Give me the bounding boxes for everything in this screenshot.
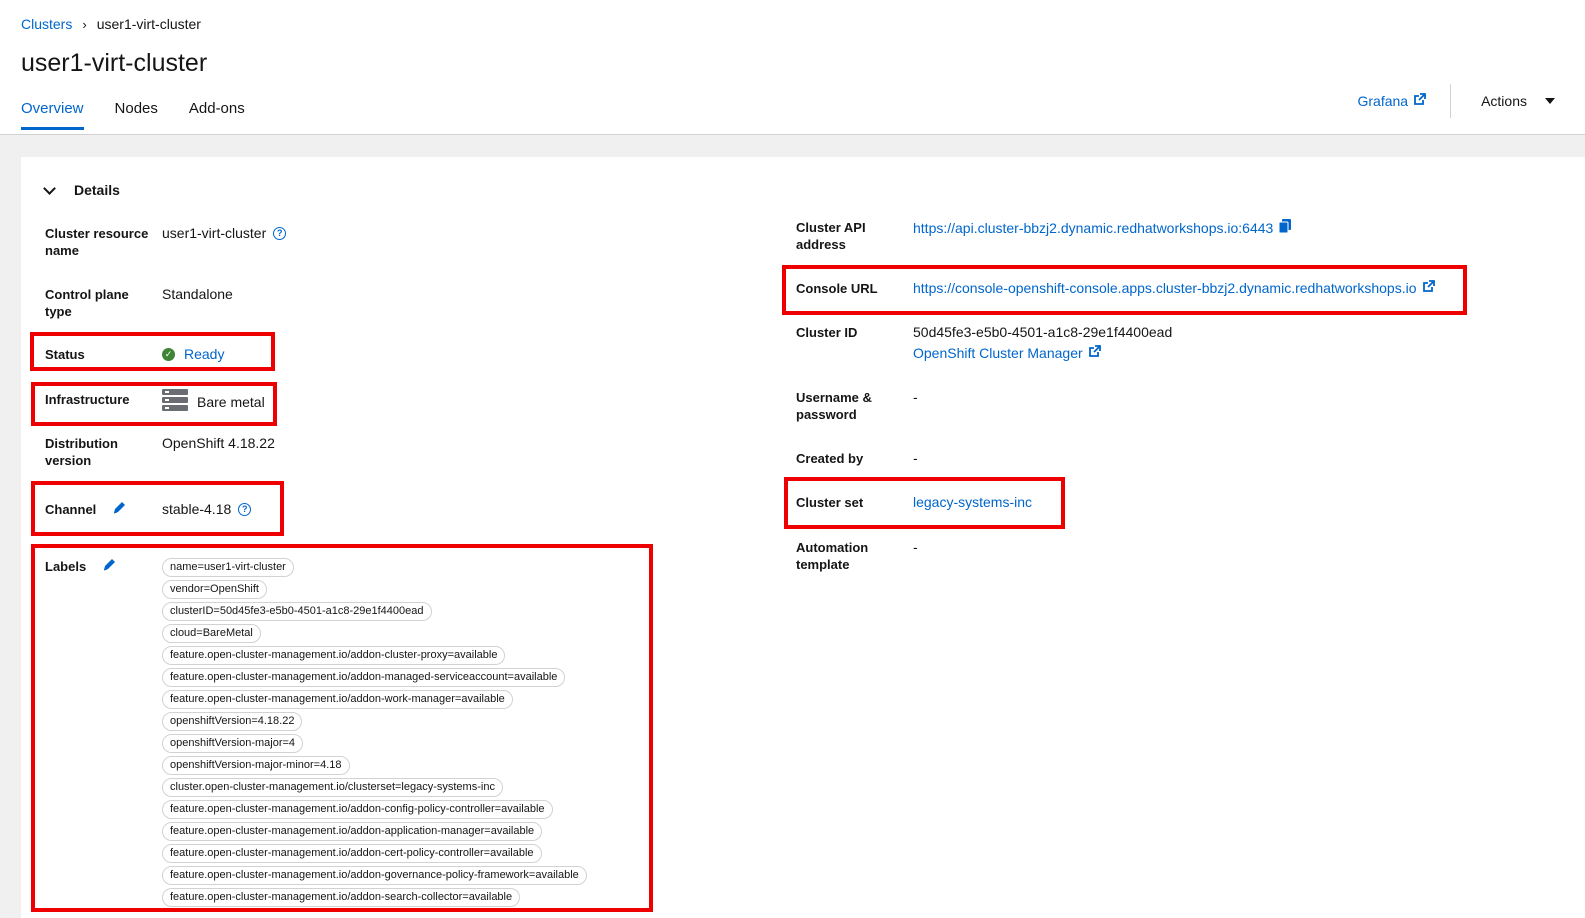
details-toggle[interactable]: Details xyxy=(43,181,120,198)
resource-name-text: user1-virt-cluster xyxy=(162,225,267,241)
cluster-set-link[interactable]: legacy-systems-inc xyxy=(913,494,1032,511)
actions-dropdown[interactable]: Actions xyxy=(1481,93,1555,109)
cluster-id-value: 50d45fe3-e5b0-4501-a1c8-29e1f4400ead xyxy=(913,324,1173,340)
console-url-link[interactable]: https://console-openshift-console.apps.c… xyxy=(913,280,1417,297)
infrastructure-text: Bare metal xyxy=(197,393,265,410)
resource-name-value: user1-virt-cluster ? xyxy=(162,225,287,242)
channel-text: stable-4.18 xyxy=(162,501,232,517)
channel-label: Channel xyxy=(45,502,97,517)
tab-bar: Overview Nodes Add-ons xyxy=(21,100,276,130)
check-circle-icon: ✓ xyxy=(162,348,175,361)
tab-overview[interactable]: Overview xyxy=(21,100,84,130)
breadcrumb-current: user1-virt-cluster xyxy=(96,16,201,32)
label-chip: clusterID=50d45fe3-e5b0-4501-a1c8-29e1f4… xyxy=(162,602,432,621)
cluster-set-label: Cluster set xyxy=(796,495,864,510)
cluster-api-label: Cluster API address xyxy=(796,220,866,252)
label-chip: feature.open-cluster-management.io/addon… xyxy=(162,668,566,687)
page-title: user1-virt-cluster xyxy=(21,49,208,77)
page-header: Clusters › user1-virt-cluster user1-virt… xyxy=(0,0,1585,135)
label-chip: openshiftVersion-major=4 xyxy=(162,734,304,753)
control-plane-label: Control plane type xyxy=(45,287,129,319)
label-chip: feature.open-cluster-management.io/addon… xyxy=(162,646,506,665)
console-url-value: https://console-openshift-console.apps.c… xyxy=(913,280,1435,297)
label-chip: feature.open-cluster-management.io/addon… xyxy=(162,690,513,709)
label-chip: feature.open-cluster-management.io/addon… xyxy=(162,844,542,863)
label-chip: feature.open-cluster-management.io/addon… xyxy=(162,800,553,819)
cluster-id-label: Cluster ID xyxy=(796,325,858,340)
grafana-link[interactable]: Grafana xyxy=(1357,93,1426,109)
caret-down-icon xyxy=(1545,98,1555,104)
labels-label: Labels xyxy=(45,559,87,574)
label-chip: feature.open-cluster-management.io/addon… xyxy=(162,822,543,841)
label-chip: cluster.open-cluster-management.io/clust… xyxy=(162,778,503,797)
infrastructure-label: Infrastructure xyxy=(45,392,130,407)
username-label: Username & password xyxy=(796,390,872,422)
distribution-value: OpenShift 4.18.22 xyxy=(162,435,275,451)
details-card: Details Cluster resource name user1-virt… xyxy=(21,157,1585,918)
ocm-link-wrap: OpenShift Cluster Manager xyxy=(913,345,1101,362)
label-chip: openshiftVersion-major-minor=4.18 xyxy=(162,756,350,775)
distribution-label: Distribution version xyxy=(45,436,118,468)
created-by-value: - xyxy=(913,450,918,466)
server-icon xyxy=(162,389,188,415)
grafana-label: Grafana xyxy=(1357,93,1409,109)
label-chip: feature.open-cluster-management.io/addon… xyxy=(162,888,521,907)
tab-nodes[interactable]: Nodes xyxy=(115,100,158,130)
username-value: - xyxy=(913,389,918,405)
external-link-icon xyxy=(1413,93,1426,109)
console-url-label: Console URL xyxy=(796,281,878,296)
copy-icon[interactable] xyxy=(1278,219,1292,237)
channel-value: stable-4.18 ? xyxy=(162,501,252,518)
automation-template-value: - xyxy=(913,539,918,555)
status-label: Status xyxy=(45,347,85,362)
breadcrumb: Clusters › user1-virt-cluster xyxy=(21,16,201,32)
status-value: ✓ Ready xyxy=(162,346,224,363)
openshift-cluster-manager-link[interactable]: OpenShift Cluster Manager xyxy=(913,345,1083,362)
label-chip: vendor=OpenShift xyxy=(162,580,267,599)
cluster-set-value: legacy-systems-inc xyxy=(913,494,1032,511)
status-ready-link[interactable]: Ready xyxy=(184,346,224,363)
label-chip: openshiftVersion=4.18.22 xyxy=(162,712,303,731)
chevron-down-icon xyxy=(43,181,56,195)
cluster-api-link[interactable]: https://api.cluster-bbzj2.dynamic.redhat… xyxy=(913,220,1273,237)
edit-labels-pencil-icon[interactable] xyxy=(102,557,117,577)
label-chip: feature.open-cluster-management.io/addon… xyxy=(162,866,587,885)
external-link-icon xyxy=(1422,280,1435,297)
labels-list: name=user1-virt-cluster vendor=OpenShift… xyxy=(162,558,632,910)
edit-channel-pencil-icon[interactable] xyxy=(112,500,127,520)
tab-add-ons[interactable]: Add-ons xyxy=(189,100,245,130)
external-link-icon xyxy=(1088,345,1101,362)
help-icon[interactable]: ? xyxy=(273,227,287,240)
cluster-api-value: https://api.cluster-bbzj2.dynamic.redhat… xyxy=(913,219,1292,237)
breadcrumb-clusters-link[interactable]: Clusters xyxy=(21,16,72,32)
header-actions: Grafana Actions xyxy=(1357,84,1555,118)
label-chip: name=user1-virt-cluster xyxy=(162,558,294,577)
infrastructure-value: Bare metal xyxy=(162,389,265,415)
actions-label: Actions xyxy=(1481,93,1527,109)
control-plane-value: Standalone xyxy=(162,286,233,302)
header-divider xyxy=(1450,84,1452,118)
breadcrumb-chevron-icon: › xyxy=(82,16,87,32)
automation-template-label: Automation template xyxy=(796,540,869,572)
details-title: Details xyxy=(74,182,120,198)
created-by-label: Created by xyxy=(796,451,864,466)
resource-name-label: Cluster resource name xyxy=(45,226,149,258)
label-chip: cloud=BareMetal xyxy=(162,624,261,643)
channel-help-icon[interactable]: ? xyxy=(238,503,252,516)
